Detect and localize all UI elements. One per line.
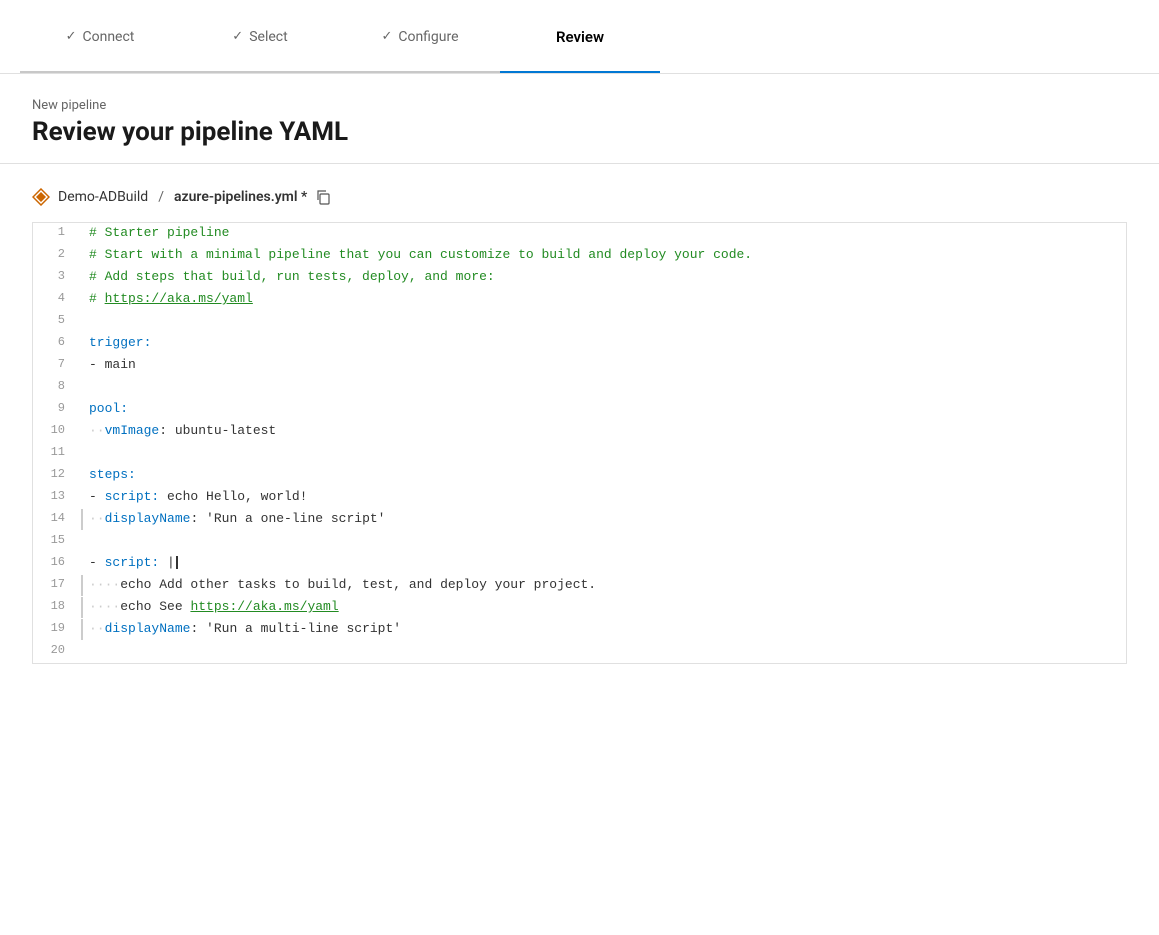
step-underline-connect [20,71,180,73]
code-line: 12steps: [33,465,1126,487]
code-line: 13- script: echo Hello, world! [33,487,1126,509]
file-header: Demo-ADBuild / azure-pipelines.yml * [32,188,1127,206]
step-label-configure: Configure [398,29,458,45]
code-line: 15 [33,531,1126,553]
code-line: 8 [33,377,1126,399]
file-name: azure-pipelines.yml * [174,189,307,205]
line-number: 17 [33,575,81,594]
line-content: pool: [81,399,1126,420]
line-content: # Add steps that build, run tests, deplo… [81,267,1126,288]
line-number: 16 [33,553,81,572]
code-line: 17····echo Add other tasks to build, tes… [33,575,1126,597]
step-underline-select [180,71,340,73]
line-number: 11 [33,443,81,462]
code-line: 4# https://aka.ms/yaml [33,289,1126,311]
line-number: 13 [33,487,81,506]
line-content: # https://aka.ms/yaml [81,289,1126,310]
code-editor[interactable]: 1# Starter pipeline2# Start with a minim… [32,222,1127,664]
repo-name: Demo-ADBuild [58,189,148,205]
line-number: 2 [33,245,81,264]
check-icon-configure: ✓ [381,29,392,44]
line-content: steps: [81,465,1126,486]
wizard-step-configure[interactable]: ✓ Configure [340,0,500,73]
line-content: ··displayName: 'Run a multi-line script' [81,619,1126,640]
line-number: 15 [33,531,81,550]
code-line: 7- main [33,355,1126,377]
wizard-step-review[interactable]: Review [500,0,660,73]
code-line: 19··displayName: 'Run a multi-line scrip… [33,619,1126,641]
line-number: 14 [33,509,81,528]
line-content: # Starter pipeline [81,223,1126,244]
line-number: 19 [33,619,81,638]
page-header: New pipeline Review your pipeline YAML [0,74,1159,164]
check-icon-select: ✓ [232,29,243,44]
code-line: 1# Starter pipeline [33,223,1126,245]
line-content: trigger: [81,333,1126,354]
code-line: 5 [33,311,1126,333]
line-content [81,531,1126,552]
code-line: 14··displayName: 'Run a one-line script' [33,509,1126,531]
code-line: 11 [33,443,1126,465]
step-label-review: Review [556,28,604,46]
line-number: 10 [33,421,81,440]
line-content: # Start with a minimal pipeline that you… [81,245,1126,266]
line-number: 20 [33,641,81,660]
line-content: - script: echo Hello, world! [81,487,1126,508]
line-number: 3 [33,267,81,286]
line-number: 4 [33,289,81,308]
code-line: 9pool: [33,399,1126,421]
line-number: 9 [33,399,81,418]
code-line: 16- script: | [33,553,1126,575]
line-content: ····echo Add other tasks to build, test,… [81,575,1126,596]
code-line: 20 [33,641,1126,663]
line-content: ····echo See https://aka.ms/yaml [81,597,1126,618]
line-content [81,311,1126,332]
line-number: 6 [33,333,81,352]
line-number: 12 [33,465,81,484]
line-content: ··displayName: 'Run a one-line script' [81,509,1126,530]
code-line: 6trigger: [33,333,1126,355]
line-content: - main [81,355,1126,376]
wizard-nav: ✓ Connect ✓ Select ✓ Configure Review [0,0,1159,74]
path-separator: / [158,189,164,205]
code-line: 2# Start with a minimal pipeline that yo… [33,245,1126,267]
step-underline-configure [340,71,500,73]
breadcrumb: New pipeline [32,98,1127,113]
main-content: Demo-ADBuild / azure-pipelines.yml * 1# … [0,164,1159,688]
repo-icon [32,188,50,206]
copy-icon[interactable] [315,189,331,205]
line-number: 7 [33,355,81,374]
line-number: 1 [33,223,81,242]
check-icon-connect: ✓ [66,29,77,44]
line-content: ··vmImage: ubuntu-latest [81,421,1126,442]
code-line: 3# Add steps that build, run tests, depl… [33,267,1126,289]
line-number: 18 [33,597,81,616]
line-number: 8 [33,377,81,396]
code-line: 18····echo See https://aka.ms/yaml [33,597,1126,619]
step-label-connect: Connect [83,29,135,45]
page-title: Review your pipeline YAML [32,117,1127,147]
step-label-select: Select [249,29,287,45]
line-number: 5 [33,311,81,330]
line-content: - script: | [81,553,1126,574]
wizard-step-select[interactable]: ✓ Select [180,0,340,73]
step-underline-review [500,71,660,73]
code-line: 10··vmImage: ubuntu-latest [33,421,1126,443]
wizard-step-connect[interactable]: ✓ Connect [20,0,180,73]
line-content [81,443,1126,464]
line-content [81,641,1126,662]
line-content [81,377,1126,398]
